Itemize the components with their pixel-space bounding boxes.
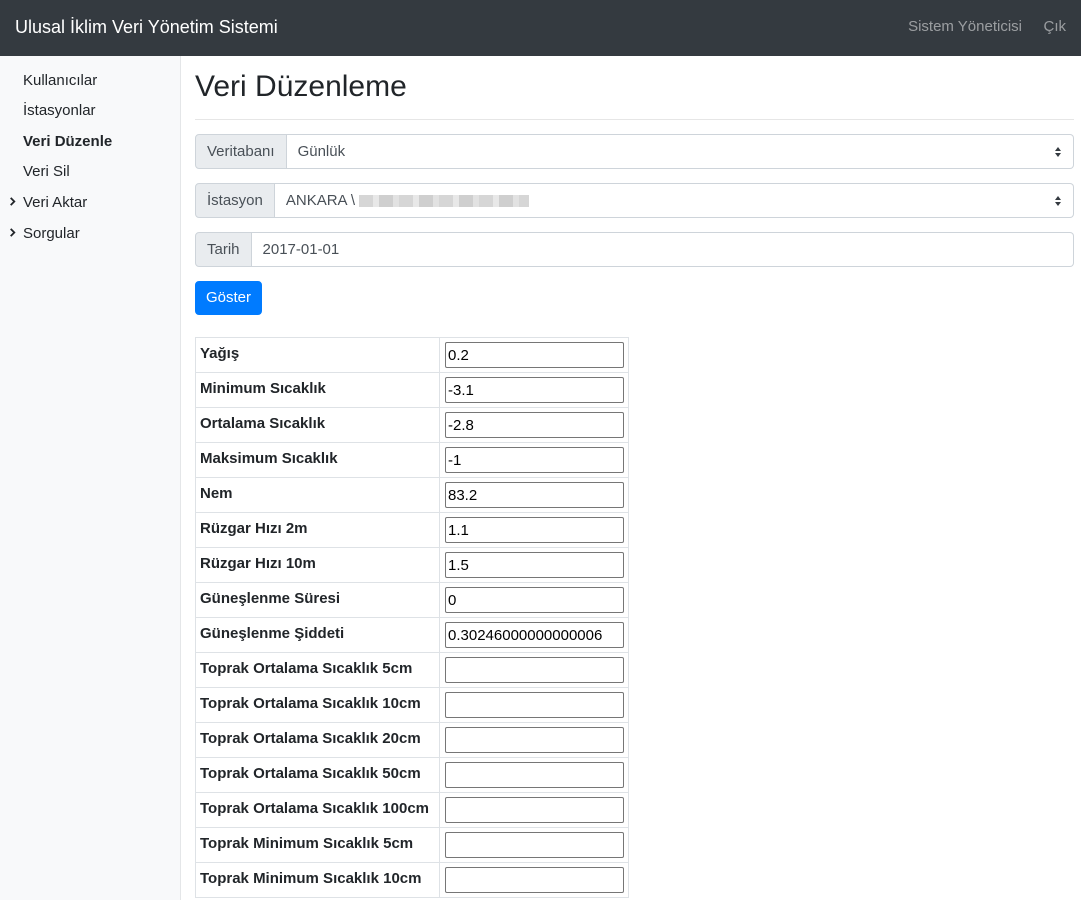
- field-value-input[interactable]: [445, 447, 624, 473]
- field-value-cell: [439, 617, 629, 653]
- table-row: Toprak Minimum Sıcaklık 10cm: [195, 862, 629, 898]
- field-label: Rüzgar Hızı 10m: [195, 547, 440, 583]
- table-row: Güneşlenme Şiddeti: [195, 617, 629, 653]
- field-label: Maksimum Sıcaklık: [195, 442, 440, 478]
- top-navbar: Ulusal İklim Veri Yönetim Sistemi Sistem…: [0, 0, 1081, 56]
- field-label: Toprak Minimum Sıcaklık 5cm: [195, 827, 440, 863]
- sidebar-item-stations[interactable]: İstasyonlar: [23, 102, 96, 120]
- redacted-station-name: [359, 195, 530, 208]
- table-row: Rüzgar Hızı 10m: [195, 547, 629, 583]
- date-input[interactable]: 2017-01-01: [251, 232, 1074, 267]
- field-label: Toprak Ortalama Sıcaklık 50cm: [195, 757, 440, 793]
- title-divider: [195, 119, 1074, 120]
- chevron-right-icon[interactable]: [8, 197, 17, 206]
- table-row: Toprak Ortalama Sıcaklık 10cm: [195, 687, 629, 723]
- field-label: Toprak Ortalama Sıcaklık 20cm: [195, 722, 440, 758]
- field-value-cell: [439, 792, 629, 828]
- table-row: Toprak Ortalama Sıcaklık 50cm: [195, 757, 629, 793]
- database-select-group: Veritabanı Günlük: [195, 134, 1074, 169]
- sidebar-item-users[interactable]: Kullanıcılar: [23, 72, 97, 90]
- app-brand[interactable]: Ulusal İklim Veri Yönetim Sistemi: [15, 16, 278, 38]
- field-value-cell: [439, 827, 629, 863]
- field-label: Güneşlenme Süresi: [195, 582, 440, 618]
- table-row: Nem: [195, 477, 629, 513]
- field-label: Rüzgar Hızı 2m: [195, 512, 440, 548]
- station-select[interactable]: ANKARA \: [274, 183, 1074, 218]
- field-value-input[interactable]: [445, 587, 624, 613]
- field-value-input[interactable]: [445, 517, 624, 543]
- field-value-input[interactable]: [445, 832, 624, 858]
- sidebar-item-queries[interactable]: Sorgular: [23, 225, 80, 243]
- sidebar: Kullanıcılar İstasyonlar Veri Düzenle Ve…: [0, 56, 181, 900]
- field-value-cell: [439, 862, 629, 898]
- field-label: Ortalama Sıcaklık: [195, 407, 440, 443]
- field-label: Toprak Ortalama Sıcaklık 100cm: [195, 792, 440, 828]
- field-value-input[interactable]: [445, 692, 624, 718]
- field-label: Nem: [195, 477, 440, 513]
- field-value-cell: [439, 722, 629, 758]
- field-value-cell: [439, 337, 629, 373]
- field-value-cell: [439, 442, 629, 478]
- table-row: Toprak Ortalama Sıcaklık 5cm: [195, 652, 629, 688]
- field-value-cell: [439, 687, 629, 723]
- date-label: Tarih: [195, 232, 252, 267]
- field-value-input[interactable]: [445, 552, 624, 578]
- field-value-cell: [439, 652, 629, 688]
- table-row: Toprak Ortalama Sıcaklık 100cm: [195, 792, 629, 828]
- table-row: Toprak Ortalama Sıcaklık 20cm: [195, 722, 629, 758]
- field-value-input[interactable]: [445, 622, 624, 648]
- field-value-cell: [439, 547, 629, 583]
- field-value-input[interactable]: [445, 377, 624, 403]
- field-label: Toprak Ortalama Sıcaklık 5cm: [195, 652, 440, 688]
- page-title: Veri Düzenleme: [195, 70, 407, 103]
- date-input-group: Tarih 2017-01-01: [195, 232, 1074, 267]
- station-label: İstasyon: [195, 183, 275, 218]
- table-row: Toprak Minimum Sıcaklık 5cm: [195, 827, 629, 863]
- field-value-input[interactable]: [445, 412, 624, 438]
- select-arrows-icon: [1055, 147, 1061, 157]
- select-arrows-icon: [1055, 196, 1061, 206]
- sidebar-item-export-data[interactable]: Veri Aktar: [23, 194, 87, 212]
- chevron-right-icon[interactable]: [8, 228, 17, 237]
- table-row: Rüzgar Hızı 2m: [195, 512, 629, 548]
- database-selected-value: Günlük: [297, 143, 346, 160]
- table-row: Güneşlenme Süresi: [195, 582, 629, 618]
- station-select-group: İstasyon ANKARA \: [195, 183, 1074, 218]
- field-label: Minimum Sıcaklık: [195, 372, 440, 408]
- field-value-input[interactable]: [445, 867, 624, 893]
- field-value-cell: [439, 582, 629, 618]
- field-value-cell: [439, 372, 629, 408]
- field-value-cell: [439, 512, 629, 548]
- sidebar-item-delete-data[interactable]: Veri Sil: [23, 163, 70, 181]
- field-value-cell: [439, 477, 629, 513]
- field-value-input[interactable]: [445, 727, 624, 753]
- table-row: Maksimum Sıcaklık: [195, 442, 629, 478]
- field-value-input[interactable]: [445, 797, 624, 823]
- field-value-input[interactable]: [445, 342, 624, 368]
- show-button[interactable]: Göster: [195, 281, 262, 315]
- database-label: Veritabanı: [195, 134, 287, 169]
- field-value-input[interactable]: [445, 482, 624, 508]
- table-row: Yağış: [195, 337, 629, 373]
- logout-link[interactable]: Çık: [1044, 18, 1067, 36]
- user-menu-link[interactable]: Sistem Yöneticisi: [908, 18, 1022, 36]
- database-select[interactable]: Günlük: [286, 134, 1074, 169]
- field-value-cell: [439, 407, 629, 443]
- field-label: Toprak Minimum Sıcaklık 10cm: [195, 862, 440, 898]
- data-edit-table: YağışMinimum SıcaklıkOrtalama SıcaklıkMa…: [195, 337, 629, 898]
- table-row: Minimum Sıcaklık: [195, 372, 629, 408]
- table-row: Ortalama Sıcaklık: [195, 407, 629, 443]
- field-value-input[interactable]: [445, 762, 624, 788]
- field-label: Toprak Ortalama Sıcaklık 10cm: [195, 687, 440, 723]
- field-value-cell: [439, 757, 629, 793]
- field-label: Yağış: [195, 337, 440, 373]
- field-value-input[interactable]: [445, 657, 624, 683]
- station-selected-value: ANKARA \: [285, 192, 356, 209]
- sidebar-item-edit-data[interactable]: Veri Düzenle: [23, 133, 112, 151]
- field-label: Güneşlenme Şiddeti: [195, 617, 440, 653]
